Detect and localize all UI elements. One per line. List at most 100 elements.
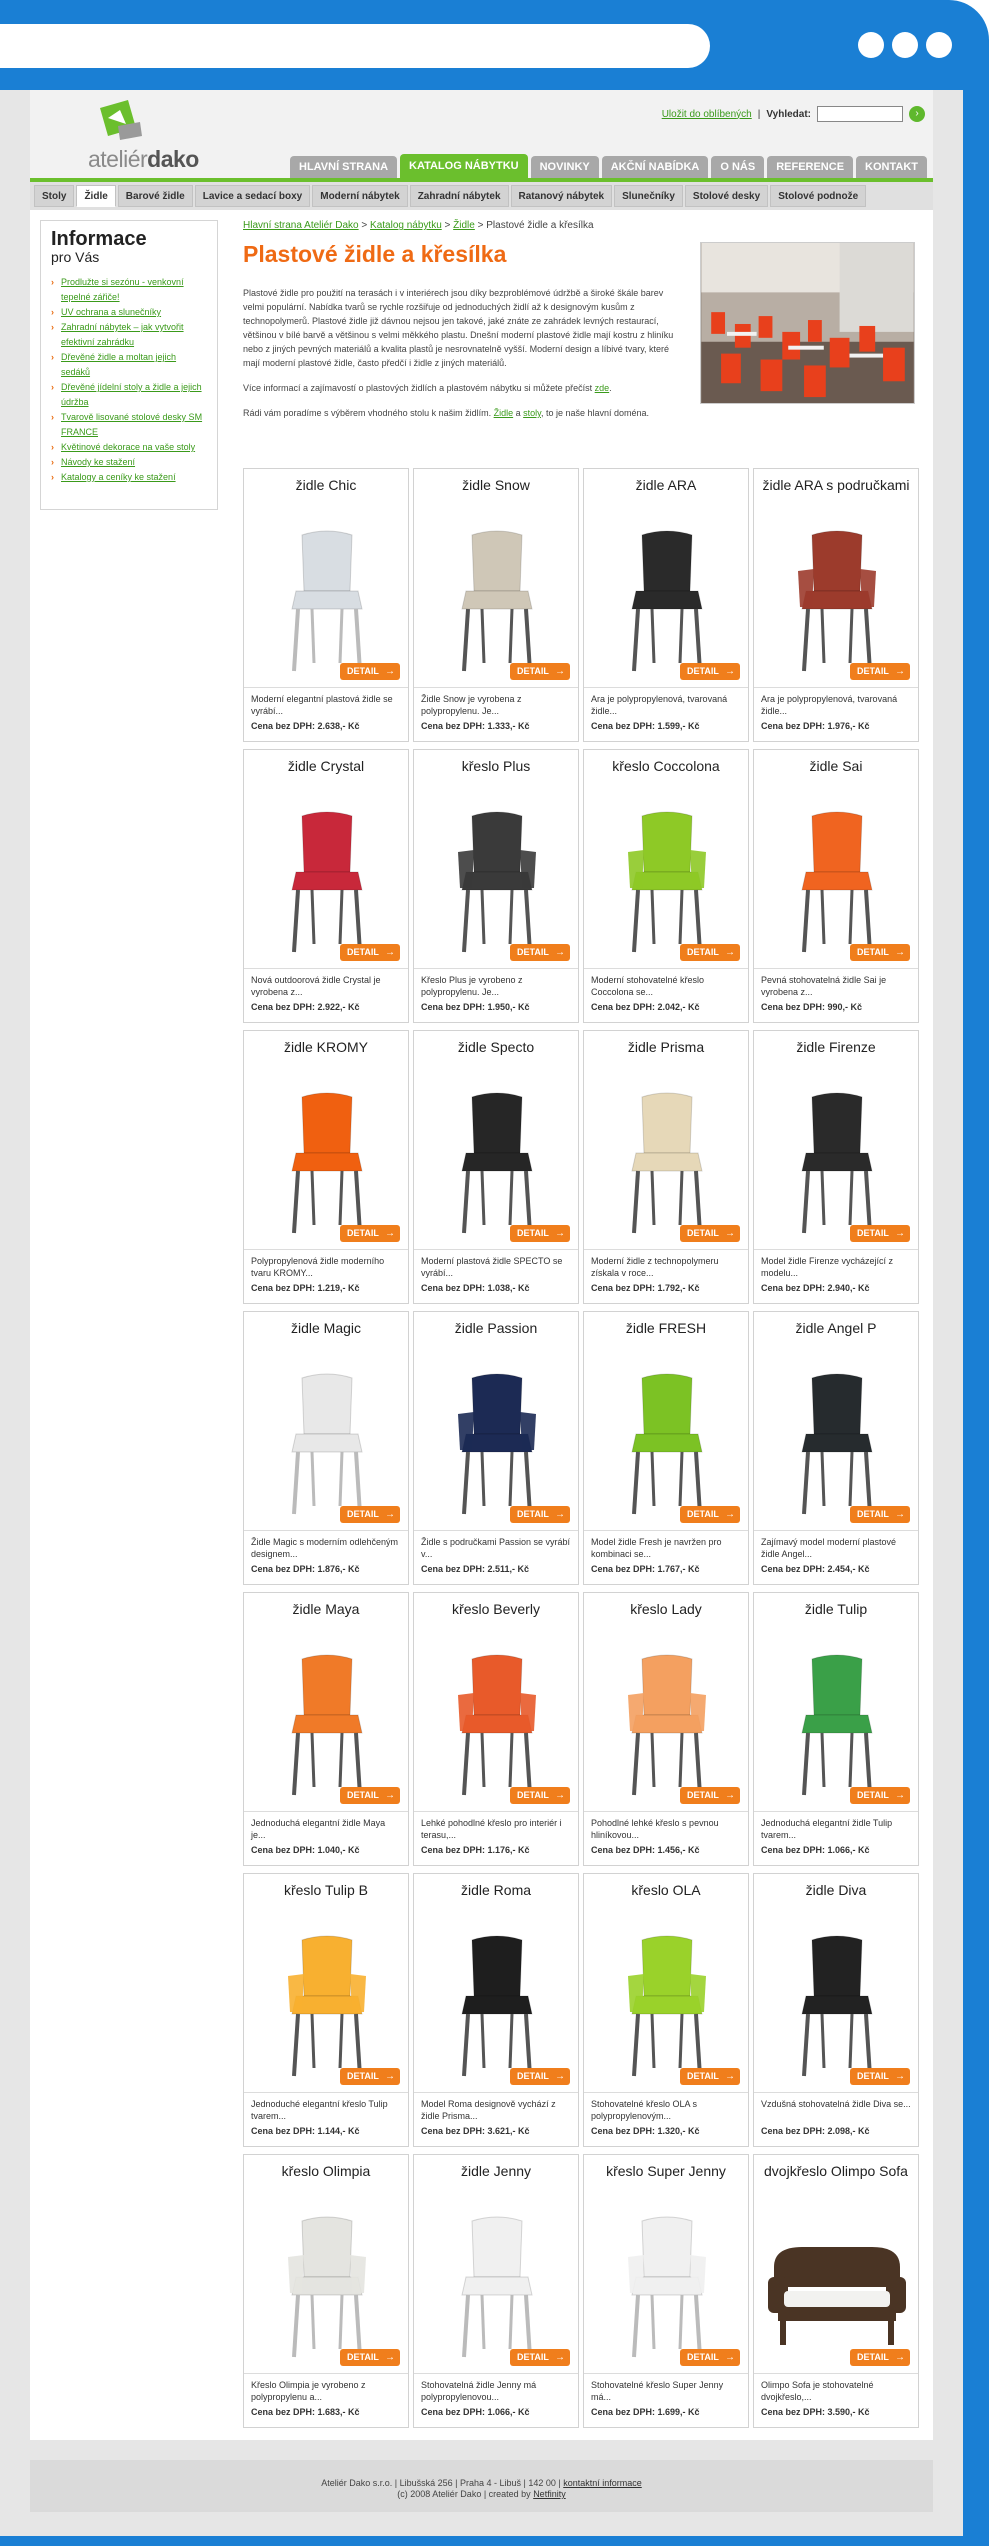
product-image-wrap[interactable] (252, 1645, 402, 1803)
product-image-wrap[interactable] (762, 1364, 912, 1522)
product-image[interactable] (422, 802, 572, 960)
product-image-wrap[interactable] (762, 802, 912, 960)
product-name[interactable]: křeslo Coccolona (584, 750, 748, 802)
detail-button[interactable]: DETAIL (680, 2349, 740, 2366)
product-card[interactable]: křeslo Olimpia DETAIL Křeslo Olimpia je vy… (243, 2154, 409, 2428)
detail-button[interactable]: DETAIL (850, 1506, 910, 1523)
product-card[interactable]: židle Diva DETAIL Vzdušná stohovatelná žid… (753, 1873, 919, 2147)
product-card[interactable]: židle ARA DETAIL Ara je polypropylenová, t… (583, 468, 749, 742)
product-name[interactable]: židle Snow (414, 469, 578, 521)
product-card[interactable]: židle Sai DETAIL Pevná stohovatelná židle … (753, 749, 919, 1023)
detail-button[interactable]: DETAIL (510, 663, 570, 680)
product-name[interactable]: židle ARA s područkami (754, 469, 918, 521)
detail-button[interactable]: DETAIL (850, 1225, 910, 1242)
detail-button[interactable]: DETAIL (680, 1787, 740, 1804)
product-image[interactable] (762, 1645, 912, 1803)
product-card[interactable]: židle Crystal DETAIL Nová outdoorová židle… (243, 749, 409, 1023)
sidebar-link[interactable]: UV ochrana a slunečníky (51, 305, 207, 320)
product-name[interactable]: židle KROMY (244, 1031, 408, 1083)
product-name[interactable]: židle Jenny (414, 2155, 578, 2207)
product-name[interactable]: křeslo Super Jenny (584, 2155, 748, 2207)
product-image[interactable] (422, 1645, 572, 1803)
detail-button[interactable]: DETAIL (340, 944, 400, 961)
product-image-wrap[interactable] (422, 802, 572, 960)
product-image[interactable] (252, 1083, 402, 1241)
product-name[interactable]: křeslo Tulip B (244, 1874, 408, 1926)
detail-button[interactable]: DETAIL (680, 663, 740, 680)
sidebar-link[interactable]: Prodlužte si sezónu - venkovní tepelné z… (51, 275, 207, 305)
product-name[interactable]: židle Roma (414, 1874, 578, 1926)
category-tab[interactable]: Lavice a sedací boxy (194, 185, 311, 207)
contact-link[interactable]: kontaktní informace (563, 2478, 642, 2488)
product-name[interactable]: židle Prisma (584, 1031, 748, 1083)
product-image[interactable] (252, 802, 402, 960)
product-image-wrap[interactable] (422, 521, 572, 679)
product-image-wrap[interactable] (762, 1083, 912, 1241)
product-image-wrap[interactable] (592, 521, 742, 679)
product-name[interactable]: židle Maya (244, 1593, 408, 1645)
product-card[interactable]: křeslo Super Jenny DETAIL Stohovatelné kře… (583, 2154, 749, 2428)
logo-icon[interactable] (96, 100, 144, 140)
favorites-link[interactable]: Uložit do oblíbených (662, 109, 752, 120)
product-image-wrap[interactable] (592, 1364, 742, 1522)
chairs-link[interactable]: Židle (494, 408, 514, 418)
detail-button[interactable]: DETAIL (850, 1787, 910, 1804)
breadcrumb-category[interactable]: Židle (453, 220, 475, 231)
category-tab[interactable]: Moderní nábytek (312, 185, 408, 207)
detail-button[interactable]: DETAIL (680, 1225, 740, 1242)
sidebar-link[interactable]: Katalogy a ceníky ke stažení (51, 470, 207, 485)
product-image-wrap[interactable] (762, 1926, 912, 2084)
product-image[interactable] (252, 1926, 402, 2084)
product-image-wrap[interactable] (422, 1083, 572, 1241)
detail-button[interactable]: DETAIL (510, 2068, 570, 2085)
main-nav-item[interactable]: O NÁS (711, 156, 765, 178)
detail-button[interactable]: DETAIL (340, 1787, 400, 1804)
product-card[interactable]: židle Roma DETAIL Model Roma designově vyc… (413, 1873, 579, 2147)
product-image-wrap[interactable] (422, 1926, 572, 2084)
product-name[interactable]: dvojkřeslo Olimpo Sofa (754, 2155, 918, 2207)
product-image-wrap[interactable] (422, 1364, 572, 1522)
product-image-wrap[interactable] (252, 1926, 402, 2084)
product-image-wrap[interactable] (592, 1645, 742, 1803)
product-name[interactable]: židle Chic (244, 469, 408, 521)
product-image[interactable] (252, 521, 402, 679)
product-image-wrap[interactable] (252, 1364, 402, 1522)
search-input[interactable] (817, 106, 903, 122)
category-tab[interactable]: Slunečníky (614, 185, 683, 207)
sidebar-link[interactable]: Tvarově lisované stolové desky SM FRANCE (51, 410, 207, 440)
product-image[interactable] (252, 2207, 402, 2365)
product-name[interactable]: židle Firenze (754, 1031, 918, 1083)
product-image-wrap[interactable] (592, 2207, 742, 2365)
main-nav-item[interactable]: KONTAKT (856, 156, 927, 178)
product-card[interactable]: židle Specto DETAIL Moderní plastová židle… (413, 1030, 579, 1304)
product-name[interactable]: křeslo Plus (414, 750, 578, 802)
product-image[interactable] (422, 521, 572, 679)
product-name[interactable]: křeslo OLA (584, 1874, 748, 1926)
logo-text[interactable]: ateliérdako (88, 146, 199, 173)
product-image-wrap[interactable] (422, 1645, 572, 1803)
product-card[interactable]: křeslo OLA DETAIL Stohovatelné křeslo OLA … (583, 1873, 749, 2147)
product-image[interactable] (592, 802, 742, 960)
detail-button[interactable]: DETAIL (340, 663, 400, 680)
window-dot-icon[interactable] (858, 32, 884, 58)
product-name[interactable]: židle Sai (754, 750, 918, 802)
breadcrumb-catalog[interactable]: Katalog nábytku (370, 220, 442, 231)
product-card[interactable]: židle Firenze DETAIL Model židle Firenze v… (753, 1030, 919, 1304)
product-image-wrap[interactable] (422, 2207, 572, 2365)
product-image-wrap[interactable] (762, 2207, 912, 2365)
product-name[interactable]: židle Passion (414, 1312, 578, 1364)
product-image-wrap[interactable] (762, 1645, 912, 1803)
category-tab[interactable]: Barové židle (117, 185, 193, 207)
main-nav-item[interactable]: KATALOG NÁBYTKU (400, 154, 528, 178)
creator-link[interactable]: Netfinity (533, 2489, 566, 2499)
product-name[interactable]: židle Diva (754, 1874, 918, 1926)
detail-button[interactable]: DETAIL (510, 944, 570, 961)
category-tab[interactable]: Stolové desky (684, 185, 769, 207)
product-name[interactable]: židle Specto (414, 1031, 578, 1083)
product-name[interactable]: židle FRESH (584, 1312, 748, 1364)
product-card[interactable]: židle Tulip DETAIL Jednoduchá elegantní ži… (753, 1592, 919, 1866)
product-image[interactable] (762, 521, 912, 679)
product-image[interactable] (592, 1083, 742, 1241)
detail-button[interactable]: DETAIL (340, 2349, 400, 2366)
window-dot-icon[interactable] (892, 32, 918, 58)
